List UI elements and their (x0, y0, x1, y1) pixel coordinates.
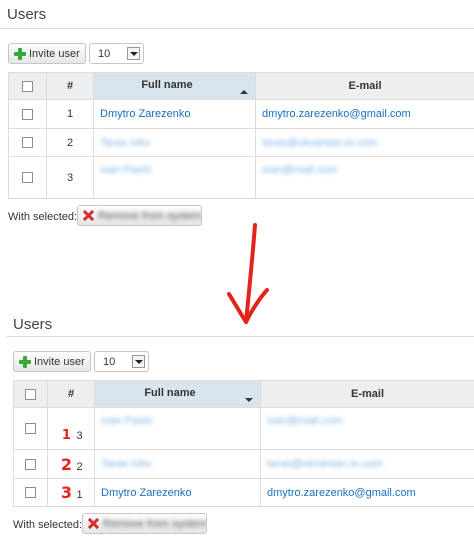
remove-users-label: Remove from system (103, 517, 207, 530)
row-num-cell: 1 3 (47, 407, 95, 450)
user-name-link[interactable]: Ivan Pavlo (95, 415, 152, 427)
full-name-header-label: Full name (141, 78, 193, 91)
remove-users-button[interactable]: Remove from system (82, 513, 207, 534)
column-header-email[interactable]: E-mail (260, 380, 474, 408)
row-name-cell: Ivan Pavlo (94, 407, 261, 450)
chevron-down-icon[interactable] (132, 355, 145, 368)
remove-users-button[interactable]: Remove from system (77, 205, 202, 226)
row-checkbox[interactable] (22, 137, 33, 149)
user-name-link[interactable]: Dmytro Zarezenko (95, 487, 191, 499)
row-num: 2 (76, 460, 83, 473)
order-annotation: 3 (60, 483, 72, 502)
down-arrow-annotation (227, 223, 269, 324)
title-divider (6, 336, 474, 337)
row-checkbox[interactable] (22, 172, 33, 184)
table-row[interactable]: 2 2 Taras Ivko taras@ukrainian.io.com (13, 449, 474, 479)
user-name-link[interactable]: Dmytro Zarezenko (94, 108, 190, 120)
user-email-link[interactable]: dmytro.zarezenko@gmail.com (261, 487, 416, 499)
row-email-cell: ivan@mail.com (255, 156, 474, 199)
user-name-link[interactable]: Taras Ivko (95, 458, 151, 470)
select-all-header (8, 72, 47, 100)
row-checkbox-cell (8, 156, 47, 199)
row-email-cell: ivan@mail.com (260, 407, 474, 450)
row-name-cell: Taras Ivko (93, 128, 256, 157)
column-header-email[interactable]: E-mail (255, 72, 474, 100)
page-size-select[interactable]: 10 (94, 351, 149, 372)
chevron-down-icon[interactable] (127, 47, 140, 60)
title-divider (0, 28, 474, 29)
page-size-value: 10 (98, 47, 111, 60)
sort-desc-icon (245, 397, 253, 402)
column-header-num[interactable]: # (46, 72, 94, 100)
select-all-header (13, 380, 48, 408)
users-table: # Full name E-mail 1 3 Ivan Pavlo ivan@m… (13, 380, 474, 507)
user-email-link[interactable]: taras@ukrainian.io.com (261, 458, 383, 470)
user-email-link[interactable]: taras@ukrainian.io.com (256, 137, 378, 149)
users-table: # Full name E-mail 1 Dmytro Zarezenko dm… (8, 72, 474, 199)
user-name-link[interactable]: Taras Ivko (94, 137, 150, 149)
row-checkbox-cell (8, 99, 47, 129)
order-annotation: 1 (61, 428, 71, 443)
full-name-header-label: Full name (144, 386, 196, 399)
row-name-cell: Ivan Pavlo (93, 156, 256, 199)
row-num: 3 (76, 430, 83, 442)
delete-icon (88, 518, 99, 529)
plus-icon (14, 47, 26, 60)
user-email-link[interactable]: ivan@mail.com (256, 164, 337, 176)
row-email-cell: dmytro.zarezenko@gmail.com (260, 478, 474, 507)
row-email-cell: taras@ukrainian.io.com (260, 449, 474, 479)
plus-icon (19, 355, 31, 368)
select-all-checkbox[interactable] (25, 388, 36, 400)
row-checkbox[interactable] (22, 108, 33, 120)
select-all-checkbox[interactable] (22, 80, 33, 92)
row-checkbox[interactable] (25, 487, 36, 499)
invite-user-label: Invite user (34, 355, 85, 368)
row-num-cell: 3 1 (47, 478, 95, 507)
row-num-cell: 2 2 (47, 449, 95, 479)
with-selected-label: With selected: (8, 211, 78, 223)
row-name-cell: Taras Ivko (94, 449, 261, 479)
invite-user-label: Invite user (29, 47, 80, 60)
delete-icon (83, 210, 94, 221)
table-row[interactable]: 3 Ivan Pavlo ivan@mail.com (8, 156, 474, 199)
invite-user-button[interactable]: Invite user (8, 43, 86, 64)
sort-asc-icon (240, 89, 248, 94)
row-checkbox-cell (13, 407, 48, 450)
table-row[interactable]: 3 1 Dmytro Zarezenko dmytro.zarezenko@gm… (13, 478, 474, 507)
page-title: Users (7, 6, 47, 23)
table-row[interactable]: 1 3 Ivan Pavlo ivan@mail.com (13, 407, 474, 450)
page-title: Users (13, 316, 53, 333)
invite-user-button[interactable]: Invite user (13, 351, 91, 372)
row-checkbox-cell (8, 128, 47, 157)
row-checkbox[interactable] (25, 458, 36, 470)
row-num: 1 (46, 99, 94, 129)
row-checkbox-cell (13, 449, 48, 479)
column-header-num[interactable]: # (47, 380, 95, 408)
order-annotation: 2 (60, 454, 72, 474)
row-checkbox[interactable] (25, 423, 36, 435)
user-name-link[interactable]: Ivan Pavlo (94, 164, 151, 176)
row-name-cell: Dmytro Zarezenko (93, 99, 256, 129)
row-checkbox-cell (13, 478, 48, 507)
table-row[interactable]: 1 Dmytro Zarezenko dmytro.zarezenko@gmai… (8, 99, 474, 129)
row-email-cell: taras@ukrainian.io.com (255, 128, 474, 157)
column-header-full-name[interactable]: Full name (93, 72, 256, 100)
row-num: 2 (46, 128, 94, 157)
row-num: 3 (46, 156, 94, 199)
user-email-link[interactable]: ivan@mail.com (261, 415, 342, 427)
remove-users-label: Remove from system (98, 209, 202, 222)
page-size-select[interactable]: 10 (89, 43, 144, 64)
row-name-cell: Dmytro Zarezenko (94, 478, 261, 507)
row-email-cell: dmytro.zarezenko@gmail.com (255, 99, 474, 129)
user-email-link[interactable]: dmytro.zarezenko@gmail.com (256, 108, 411, 120)
with-selected-label: With selected: (13, 519, 83, 531)
column-header-full-name[interactable]: Full name (94, 380, 261, 408)
page-size-value: 10 (103, 355, 116, 368)
row-num: 1 (76, 489, 83, 501)
table-row[interactable]: 2 Taras Ivko taras@ukrainian.io.com (8, 128, 474, 157)
